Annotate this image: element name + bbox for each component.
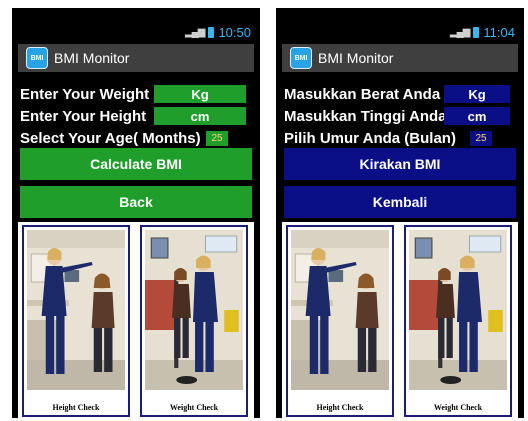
- height-check-card: Height Check: [286, 225, 394, 417]
- app-title-bar: BMI BMI Monitor: [18, 44, 254, 72]
- battery-icon: [208, 26, 215, 38]
- height-check-caption: Height Check: [52, 403, 100, 412]
- weight-check-caption: Weight Check: [433, 403, 483, 412]
- age-label: Select Your Age( Months): [20, 129, 201, 147]
- back-button[interactable]: Back: [20, 186, 252, 218]
- app-title: BMI Monitor: [318, 50, 394, 66]
- height-check-card: Height Check: [22, 225, 130, 417]
- bmi-app-icon: BMI: [26, 47, 48, 69]
- age-selector[interactable]: 25: [470, 130, 492, 146]
- weight-label: Masukkan Berat Anda: [284, 85, 441, 103]
- weight-row: Masukkan Berat Anda Kg: [282, 84, 518, 104]
- weight-check-card: Weight Check: [404, 225, 512, 417]
- status-time: 10:50: [218, 24, 251, 40]
- weight-label: Enter Your Weight: [20, 85, 150, 103]
- height-label: Enter Your Height: [20, 107, 147, 125]
- phone-screen-malay: ▂▄▆ 11:04 BMI BMI Monitor Masukkan Berat…: [276, 8, 524, 418]
- signal-icon: ▂▄▆: [449, 26, 470, 38]
- height-check-image: [291, 230, 389, 390]
- bmi-app-icon: BMI: [290, 47, 312, 69]
- height-check-caption: Height Check: [316, 403, 364, 412]
- weight-check-image: [145, 230, 243, 390]
- app-title-bar: BMI BMI Monitor: [282, 44, 518, 72]
- app-title: BMI Monitor: [54, 50, 130, 66]
- back-button[interactable]: Kembali: [284, 186, 516, 218]
- status-time: 11:04: [483, 24, 515, 40]
- height-check-image: [27, 230, 125, 390]
- age-row: Pilih Umur Anda (Bulan) 25: [282, 128, 518, 148]
- weight-check-caption: Weight Check: [169, 403, 219, 412]
- height-label: Masukkan Tinggi Anda: [284, 107, 447, 125]
- photo-panel: Height Check Weight Check: [18, 222, 254, 418]
- photo-panel: Height Check Weight Check: [282, 222, 518, 418]
- weight-row: Enter Your Weight Kg: [18, 84, 254, 104]
- status-bar: ▂▄▆ 10:50: [18, 22, 254, 42]
- calculate-bmi-button[interactable]: Kirakan BMI: [284, 148, 516, 180]
- phone-screen-english: ▂▄▆ 10:50 BMI BMI Monitor Enter Your Wei…: [12, 8, 260, 418]
- status-bar: ▂▄▆ 11:04: [282, 22, 518, 42]
- age-selector[interactable]: 25: [206, 130, 228, 146]
- weight-check-card: Weight Check: [140, 225, 248, 417]
- weight-check-image: [409, 230, 507, 390]
- height-input[interactable]: cm: [444, 107, 510, 125]
- height-row: Enter Your Height cm: [18, 106, 254, 126]
- age-label: Pilih Umur Anda (Bulan): [284, 129, 456, 147]
- height-row: Masukkan Tinggi Anda cm: [282, 106, 518, 126]
- battery-icon: [473, 26, 480, 38]
- weight-input[interactable]: Kg: [154, 85, 246, 103]
- weight-input[interactable]: Kg: [444, 85, 510, 103]
- signal-icon: ▂▄▆: [184, 26, 205, 38]
- age-row: Select Your Age( Months) 25: [18, 128, 254, 148]
- height-input[interactable]: cm: [154, 107, 246, 125]
- calculate-bmi-button[interactable]: Calculate BMI: [20, 148, 252, 180]
